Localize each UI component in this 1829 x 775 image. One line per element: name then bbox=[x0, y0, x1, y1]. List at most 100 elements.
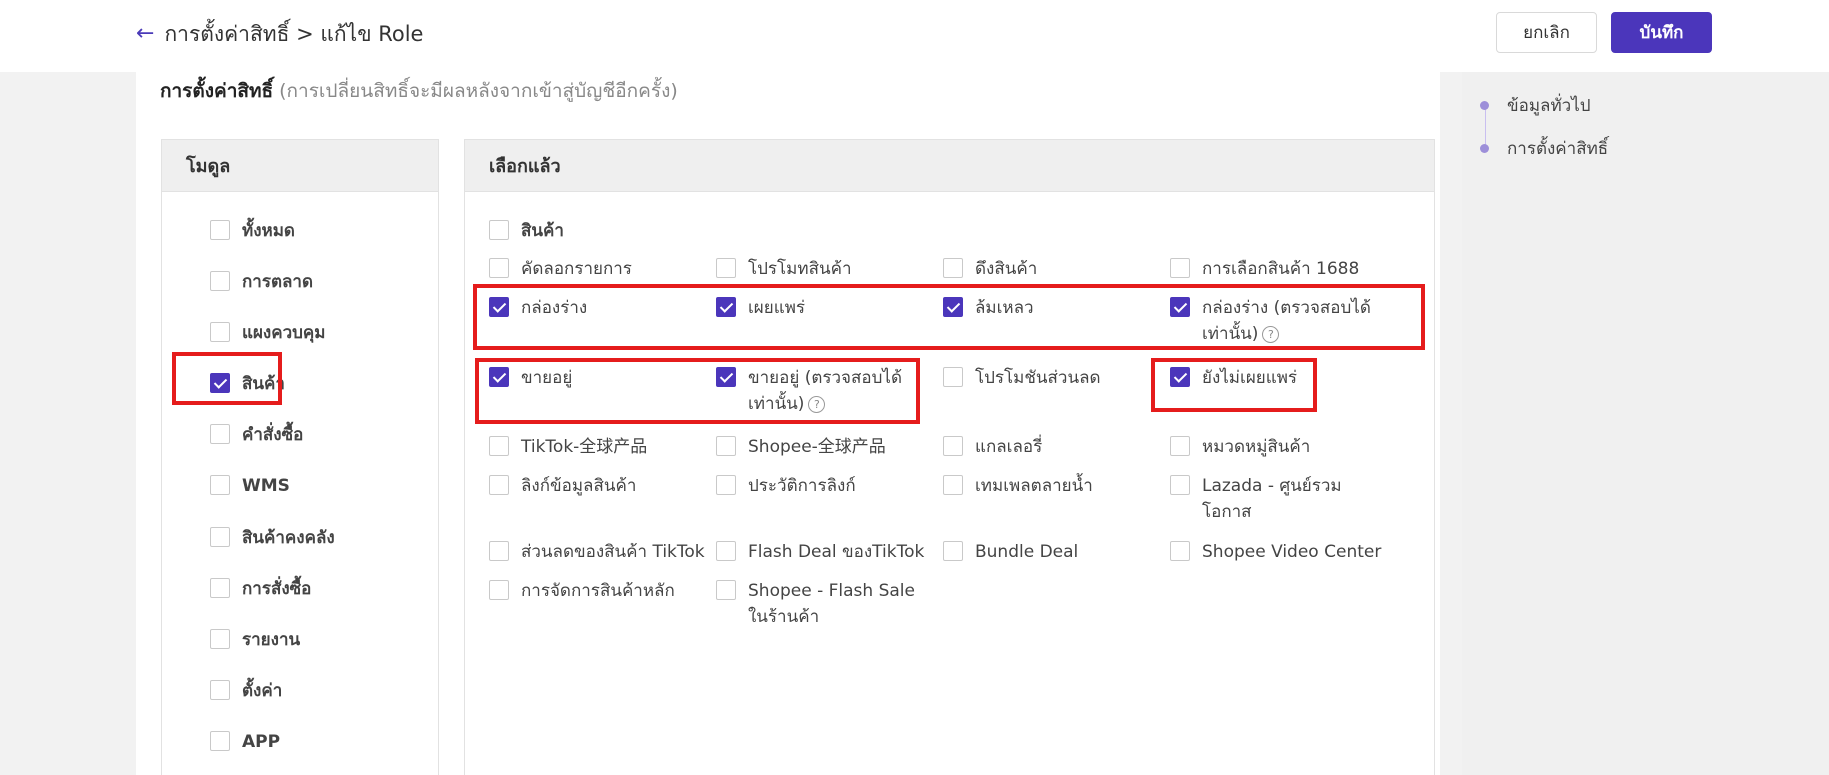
group-checkbox-products[interactable]: สินค้า bbox=[489, 218, 564, 244]
permission-item[interactable]: ส่วนลดของสินค้า TikTok bbox=[489, 539, 714, 565]
checkbox[interactable] bbox=[943, 436, 963, 456]
checkbox-checked[interactable] bbox=[489, 367, 509, 387]
permission-label: การเลือกสินค้า 1688 bbox=[1202, 259, 1360, 279]
permission-label: ขายอยู่ bbox=[521, 368, 573, 388]
permission-item[interactable]: Flash Deal ของTikTok bbox=[716, 539, 941, 565]
checkbox[interactable] bbox=[716, 436, 736, 456]
module-item-purchasing[interactable]: การสั่งซื้อ bbox=[210, 576, 311, 602]
anchor-permissions[interactable]: การตั้งค่าสิทธิ์ bbox=[1480, 135, 1608, 162]
permission-item[interactable]: ประวัติการลิงก์ bbox=[716, 473, 936, 499]
checkbox[interactable] bbox=[210, 271, 230, 291]
checkbox-checked[interactable] bbox=[1170, 367, 1190, 387]
checkbox[interactable] bbox=[210, 731, 230, 751]
checkbox[interactable] bbox=[489, 580, 509, 600]
section-title: การตั้งค่าสิทธิ์ (การเปลี่ยนสิทธิ์จะมีผล… bbox=[160, 76, 678, 106]
checkbox[interactable] bbox=[210, 527, 230, 547]
checkbox-checked[interactable] bbox=[716, 367, 736, 387]
permission-label: เทมเพลตลายน้ำ bbox=[975, 476, 1093, 496]
checkbox[interactable] bbox=[210, 475, 230, 495]
help-icon[interactable]: ? bbox=[808, 395, 826, 413]
checkbox-checked[interactable] bbox=[1170, 297, 1190, 317]
module-item-app[interactable]: APP bbox=[210, 729, 280, 755]
checkbox[interactable] bbox=[489, 258, 509, 278]
checkbox-checked[interactable] bbox=[716, 297, 736, 317]
permission-item-unpublished[interactable]: ยังไม่เผยแพร่ bbox=[1170, 365, 1380, 391]
checkbox[interactable] bbox=[489, 475, 509, 495]
permission-item[interactable]: Shopee - Flash Sale ในร้านค้า bbox=[716, 578, 921, 630]
permission-item[interactable]: ดึงสินค้า bbox=[943, 256, 1153, 282]
permission-label: โปรโมทสินค้า bbox=[748, 259, 852, 279]
checkbox[interactable] bbox=[943, 541, 963, 561]
module-item-orders[interactable]: คำสั่งซื้อ bbox=[210, 422, 303, 448]
permission-label: กล่องร่าง bbox=[521, 298, 588, 318]
checkbox-checked[interactable] bbox=[489, 297, 509, 317]
checkbox-checked[interactable] bbox=[943, 297, 963, 317]
cancel-button[interactable]: ยกเลิก bbox=[1496, 12, 1597, 53]
module-item-inventory[interactable]: สินค้าคงคลัง bbox=[210, 525, 335, 551]
permission-label: แกลเลอรี่ bbox=[975, 437, 1043, 457]
checkbox[interactable] bbox=[716, 475, 736, 495]
checkbox[interactable] bbox=[210, 629, 230, 649]
module-item-wms[interactable]: WMS bbox=[210, 473, 290, 499]
checkbox[interactable] bbox=[716, 541, 736, 561]
anchor-label: ข้อมูลทั่วไป bbox=[1507, 96, 1591, 116]
module-item-all[interactable]: ทั้งหมด bbox=[210, 218, 295, 244]
permission-item[interactable]: การเลือกสินค้า 1688 bbox=[1170, 256, 1410, 282]
permission-item[interactable]: คัดลอกรายการ bbox=[489, 256, 699, 282]
permission-item[interactable]: Shopee-全球产品 bbox=[716, 434, 936, 460]
checkbox[interactable] bbox=[1170, 475, 1190, 495]
checkbox[interactable] bbox=[489, 436, 509, 456]
permission-label-text: ขายอยู่ (ตรวจสอบได้เท่านั้น) bbox=[748, 368, 902, 414]
permission-item[interactable]: แกลเลอรี่ bbox=[943, 434, 1153, 460]
permission-item[interactable]: โปรโมชันส่วนลด bbox=[943, 365, 1153, 391]
permission-label: ขายอยู่ (ตรวจสอบได้เท่านั้น)? bbox=[748, 365, 921, 417]
checkbox[interactable] bbox=[210, 220, 230, 240]
module-item-label: รายงาน bbox=[242, 630, 301, 650]
anchor-general-info[interactable]: ข้อมูลทั่วไป bbox=[1480, 92, 1591, 119]
module-item-label: APP bbox=[242, 732, 281, 752]
checkbox[interactable] bbox=[716, 580, 736, 600]
module-item-reports[interactable]: รายงาน bbox=[210, 627, 300, 653]
checkbox[interactable] bbox=[1170, 258, 1190, 278]
permission-item[interactable]: Bundle Deal bbox=[943, 539, 1153, 565]
permission-item-published[interactable]: เผยแพร่ bbox=[716, 295, 926, 321]
section-heading: การตั้งค่าสิทธิ์ bbox=[160, 80, 274, 102]
permission-item[interactable]: โปรโมทสินค้า bbox=[716, 256, 926, 282]
back-link[interactable]: ← การตั้งค่าสิทธิ์ > แก้ไข Role bbox=[136, 18, 423, 50]
checkbox[interactable] bbox=[210, 578, 230, 598]
permission-item[interactable]: Shopee Video Center bbox=[1170, 539, 1410, 565]
module-item-dashboard[interactable]: แผงควบคุม bbox=[210, 320, 326, 346]
module-item-products[interactable]: สินค้า bbox=[210, 371, 285, 397]
permission-item-selling-readonly[interactable]: ขายอยู่ (ตรวจสอบได้เท่านั้น)? bbox=[716, 365, 921, 417]
checkbox[interactable] bbox=[943, 258, 963, 278]
checkbox[interactable] bbox=[210, 322, 230, 342]
permission-item-draft[interactable]: กล่องร่าง bbox=[489, 295, 699, 321]
checkbox[interactable] bbox=[489, 220, 509, 240]
module-item-marketing[interactable]: การตลาด bbox=[210, 269, 313, 295]
checkbox[interactable] bbox=[1170, 436, 1190, 456]
permission-item[interactable]: เทมเพลตลายน้ำ bbox=[943, 473, 1163, 499]
checkbox[interactable] bbox=[210, 424, 230, 444]
module-item-label: การตลาด bbox=[242, 272, 314, 292]
permission-item[interactable]: Lazada - ศูนย์รวมโอกาส bbox=[1170, 473, 1350, 525]
checkbox[interactable] bbox=[210, 680, 230, 700]
permission-label-text: กล่องร่าง (ตรวจสอบได้เท่านั้น) bbox=[1202, 298, 1371, 344]
permission-label: Shopee - Flash Sale ในร้านค้า bbox=[748, 581, 915, 627]
checkbox[interactable] bbox=[943, 367, 963, 387]
checkbox[interactable] bbox=[943, 475, 963, 495]
checkbox[interactable] bbox=[489, 541, 509, 561]
checkbox[interactable] bbox=[1170, 541, 1190, 561]
permission-item[interactable]: TikTok-全球产品 bbox=[489, 434, 709, 460]
save-button[interactable]: บันทึก bbox=[1611, 12, 1712, 53]
help-icon[interactable]: ? bbox=[1262, 325, 1280, 343]
permission-item-draft-readonly[interactable]: กล่องร่าง (ตรวจสอบได้เท่านั้น)? bbox=[1170, 295, 1375, 347]
module-item-settings[interactable]: ตั้งค่า bbox=[210, 678, 282, 704]
permission-item-failed[interactable]: ล้มเหลว bbox=[943, 295, 1153, 321]
checkbox[interactable] bbox=[716, 258, 736, 278]
permission-item[interactable]: ลิงก์ข้อมูลสินค้า bbox=[489, 473, 709, 499]
permission-item[interactable]: หมวดหมู่สินค้า bbox=[1170, 434, 1380, 460]
checkbox-checked[interactable] bbox=[210, 373, 230, 393]
permission-item-selling[interactable]: ขายอยู่ bbox=[489, 365, 699, 391]
permission-item[interactable]: การจัดการสินค้าหลัก bbox=[489, 578, 709, 604]
permission-label: ลิงก์ข้อมูลสินค้า bbox=[521, 476, 637, 496]
